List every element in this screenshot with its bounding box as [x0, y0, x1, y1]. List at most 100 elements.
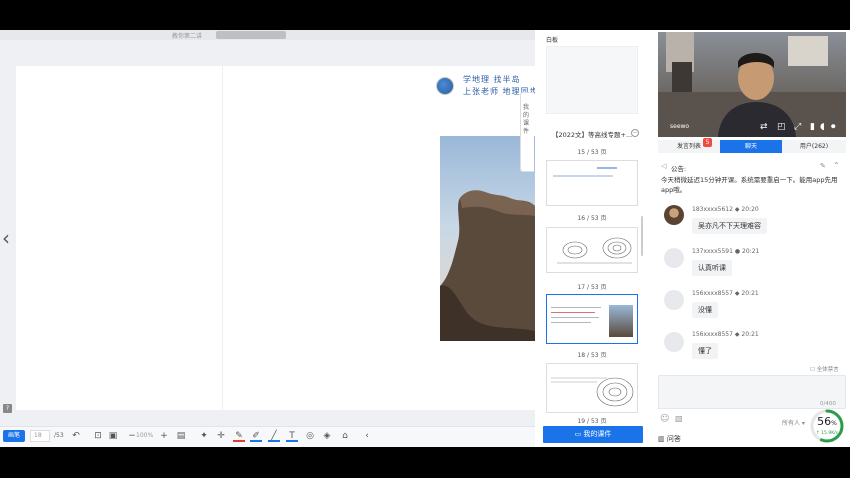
clear-icon[interactable]: ⌂ — [339, 430, 351, 442]
collapse-icon[interactable]: ⌃ — [833, 161, 840, 170]
microphone-icon[interactable]: ⏺ — [831, 122, 836, 132]
page-label: 15 / 53 页 — [577, 149, 607, 156]
message-bubble: 吴亦凡不下天理难容 — [692, 218, 767, 234]
mute-all-checkbox[interactable]: ☐ 全体禁言 — [810, 365, 839, 373]
apple-icon: ● — [734, 248, 741, 255]
announcement-text: 今天稍微延迟15分钟开课。系统需要重启一下。能用app先用app哦。 — [661, 176, 838, 194]
fit-icon[interactable]: ⊡ — [92, 430, 104, 442]
page-label: 16 / 53 页 — [577, 215, 607, 222]
video-tag: seewo — [670, 123, 690, 130]
avatar[interactable] — [664, 248, 684, 268]
slide-divider — [222, 66, 223, 410]
qa-icon: ▥ — [658, 435, 667, 443]
message-bubble: 懂了 — [692, 343, 718, 359]
message-time: 20:20 — [741, 206, 759, 213]
page-label: 19 / 53 页 — [577, 418, 607, 425]
school-logo — [436, 77, 454, 95]
message-user: 156xxxx8557 — [692, 290, 733, 297]
help-icon[interactable]: ? — [3, 404, 12, 413]
message-time: 20:21 — [742, 248, 760, 255]
message-meta: 156xxxx8557 ◆ 20:21 — [692, 290, 759, 297]
gauge-speed: ↑ 15.9K/s — [815, 431, 839, 436]
teacher-video[interactable] — [658, 32, 846, 137]
lesson-title: 教你第二讲 — [172, 33, 203, 40]
contour-sketch-image — [557, 237, 632, 264]
zoom-in-icon[interactable]: + — [158, 430, 170, 442]
brush-button[interactable]: 画笔 — [3, 430, 25, 442]
message-bubble: 认真听课 — [692, 260, 732, 276]
speaker-list-badge: 5 — [703, 138, 712, 147]
fullscreen-icon[interactable]: ▣ — [107, 430, 119, 442]
marker-icon[interactable]: ✐ — [250, 430, 262, 442]
chat-input[interactable] — [658, 375, 846, 409]
my-courseware-label: 我的课件 — [583, 430, 612, 438]
laser-icon[interactable]: ✦ — [198, 430, 210, 442]
move-icon[interactable]: ✛ — [215, 430, 227, 442]
bottom-black-bar — [0, 447, 850, 478]
page-thumbnail-17[interactable] — [546, 227, 638, 273]
edit-icon[interactable]: ✎ — [820, 162, 826, 170]
recipient-select[interactable]: 所有人 ▾ — [782, 418, 805, 427]
announcement-label: 公告: — [671, 165, 687, 173]
message-meta: 156xxxx8557 ◆ 20:21 — [692, 331, 759, 338]
page-label: 18 / 53 页 — [577, 352, 607, 359]
volume-icon[interactable]: ◖ — [820, 122, 825, 132]
pip-icon[interactable]: ◰ — [777, 122, 786, 132]
emoji-icon[interactable]: ☺ — [660, 414, 669, 424]
my-courseware-button[interactable]: ▭ 我的课件 — [543, 426, 643, 443]
whiteboard-thumbnail[interactable] — [546, 46, 638, 114]
tab-chat[interactable]: 聊天 — [720, 140, 782, 153]
line-icon[interactable]: ╱ — [268, 430, 280, 442]
qa-label: 问答 — [666, 435, 681, 443]
gauge-percent-value: 56 — [817, 415, 832, 428]
message-user: 156xxxx8557 — [692, 331, 733, 338]
page-label: 17 / 53 页 — [577, 284, 607, 291]
recipient-label: 所有人 — [782, 420, 801, 427]
courseware-close-icon[interactable]: − — [631, 129, 639, 137]
message-time: 20:21 — [741, 290, 759, 297]
mute-all-label: 全体禁言 — [816, 367, 839, 373]
message-user: 183xxxx5612 — [692, 206, 733, 213]
expand-icon[interactable]: ⤢ — [794, 122, 801, 132]
message-user: 137xxxx5591 — [692, 248, 733, 255]
switch-camera-icon[interactable]: ⇄ — [760, 122, 768, 132]
gauge-percent: 56% — [817, 415, 837, 428]
courseware-title: 【2022文】等高线专题+... — [552, 131, 633, 139]
page-thumbnail-18-active[interactable] — [546, 294, 638, 344]
slide-slogan-line1: 学地理 找半岛 — [463, 75, 521, 84]
avatar[interactable] — [664, 332, 684, 352]
page-total: /53 — [54, 432, 64, 439]
tab-users[interactable]: 用户(262) — [782, 140, 846, 153]
page-thumbnail-19[interactable] — [546, 363, 638, 413]
page-thumbnail-16[interactable] — [546, 160, 638, 206]
announcement-icon: ◁ — [661, 162, 667, 170]
doc-icon[interactable]: ▤ — [175, 430, 187, 442]
char-count: 0/400 — [820, 401, 836, 407]
message-meta: 137xxxx5591 ● 20:21 — [692, 248, 759, 255]
signal-icon: ▮ — [810, 122, 815, 132]
device-icon: ◆ — [734, 331, 740, 338]
teacher-video-image — [658, 32, 846, 137]
avatar[interactable] — [664, 205, 684, 225]
message-meta: 183xxxx5612 ◆ 20:20 — [692, 206, 759, 213]
eraser-icon[interactable]: ◈ — [321, 430, 333, 442]
message-time: 20:21 — [741, 331, 759, 338]
courseware-scrollbar[interactable] — [641, 216, 643, 256]
qa-tab[interactable]: ▥ 问答 — [658, 434, 681, 444]
zoom-level: 100% — [136, 432, 154, 439]
image-icon[interactable]: ▧ — [675, 414, 683, 423]
message-bubble: 没懂 — [692, 302, 718, 318]
collapse-toolbar-icon[interactable]: ‹ — [361, 430, 373, 442]
contour-map-image — [551, 377, 634, 407]
pen-icon[interactable]: ✎ — [233, 430, 245, 442]
device-icon: ◆ — [734, 206, 740, 213]
text-icon[interactable]: T — [286, 430, 298, 442]
blurred-teacher-name — [216, 31, 286, 39]
page-number-input[interactable]: 18 — [30, 430, 50, 442]
courseware-side-tab-label: 我的课件 — [523, 104, 530, 135]
whiteboard-label: 白板 — [546, 37, 559, 44]
prev-page-arrow-icon[interactable]: ‹ — [2, 226, 10, 250]
undo-icon[interactable]: ↶ — [70, 430, 82, 442]
shape-icon[interactable]: ◎ — [304, 430, 316, 442]
avatar[interactable] — [664, 290, 684, 310]
